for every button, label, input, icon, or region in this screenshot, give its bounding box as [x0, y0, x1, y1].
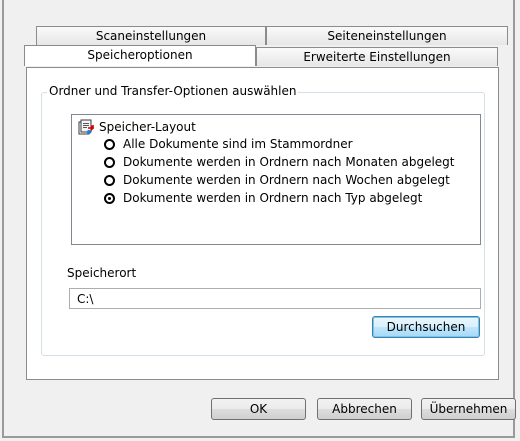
dialog-window: Scaneinstellungen Seiteneinstellungen Sp…: [2, 0, 516, 438]
tree-root-label: Speicher-Layout: [99, 120, 196, 134]
tab-storage-options[interactable]: Speicheroptionen: [24, 45, 256, 66]
tab-panel-storage: Ordner und Transfer-Optionen auswählen S…: [26, 67, 499, 380]
storage-layout-icon: [78, 119, 94, 135]
radio-button[interactable]: [104, 156, 115, 168]
tree-root-storage-layout: Speicher-Layout: [78, 119, 196, 135]
option-by-type[interactable]: Dokumente werden in Ordnern nach Typ abg…: [104, 190, 422, 206]
tab-advanced-settings[interactable]: Erweiterte Einstellungen: [256, 47, 498, 66]
radio-button[interactable]: [104, 174, 115, 186]
option-label: Dokumente werden in Ordnern nach Typ abg…: [123, 191, 423, 205]
tab-page-settings[interactable]: Seiteneinstellungen: [266, 26, 508, 45]
option-root-folder[interactable]: Alle Dokumente sind im Stammordner: [104, 136, 353, 152]
storage-layout-tree: Speicher-Layout Alle Dokumente sind im S…: [71, 114, 481, 245]
option-by-month[interactable]: Dokumente werden in Ordnern nach Monaten…: [104, 154, 455, 170]
option-label: Dokumente werden in Ordnern nach Wochen …: [123, 173, 450, 187]
groupbox-title: Ordner und Transfer-Optionen auswählen: [47, 84, 299, 98]
option-label: Alle Dokumente sind im Stammordner: [123, 137, 353, 151]
radio-button[interactable]: [104, 138, 115, 150]
radio-button-selected[interactable]: [104, 192, 115, 204]
apply-button[interactable]: Übernehmen: [421, 398, 516, 420]
ok-button[interactable]: OK: [211, 398, 306, 420]
option-by-week[interactable]: Dokumente werden in Ordnern nach Wochen …: [104, 172, 450, 188]
storage-location-input[interactable]: [69, 288, 481, 309]
cancel-button[interactable]: Abbrechen: [317, 398, 412, 420]
storage-location-label: Speicherort: [67, 266, 137, 280]
tab-scan-settings[interactable]: Scaneinstellungen: [36, 26, 266, 45]
browse-button[interactable]: Durchsuchen: [372, 316, 480, 338]
option-label: Dokumente werden in Ordnern nach Monaten…: [123, 155, 455, 169]
